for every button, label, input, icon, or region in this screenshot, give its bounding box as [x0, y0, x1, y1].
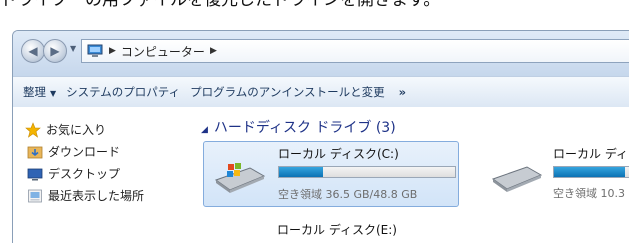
title-bar: ◀ ▶ ▼ ▶ コンピューター ▶: [13, 31, 629, 76]
collapse-triangle-icon[interactable]: ◢: [201, 125, 208, 135]
command-bar: 整理 ▼ システムのプロパティ プログラムのアンインストールと変更 »: [13, 76, 629, 108]
nav-item-recent-places[interactable]: 最近表示した場所: [27, 187, 144, 204]
drive-name[interactable]: ローカル ディスク(E:): [277, 221, 397, 238]
drive-free-space: 空き領域 10.3: [553, 187, 625, 200]
drive-usage-bar: [278, 166, 456, 178]
nav-item-label: 最近表示した場所: [48, 189, 145, 203]
drive-name: ローカル ディスク(C:): [278, 147, 399, 161]
breadcrumb-computer[interactable]: コンピューター: [121, 43, 205, 60]
nav-item-favorites[interactable]: お気に入り: [25, 121, 106, 138]
explorer-window: ◀ ▶ ▼ ▶ コンピューター ▶ 整理 ▼ システムのプロパティ プログラムのア…: [12, 30, 629, 243]
history-dropdown-icon[interactable]: ▼: [70, 44, 76, 53]
drive-item-c[interactable]: ローカル ディスク(C:) 空き領域 36.5 GB/48.8 GB: [203, 141, 459, 207]
forward-button[interactable]: ▶: [43, 39, 67, 63]
group-header-hard-disks[interactable]: ◢ ハードディスク ドライブ (3): [201, 117, 396, 137]
group-header-label: ハードディスク ドライブ (3): [213, 120, 396, 136]
desktop-icon: [27, 166, 43, 182]
more-commands-button[interactable]: »: [399, 85, 406, 99]
download-folder-icon: [27, 144, 43, 160]
organize-label: 整理: [23, 85, 46, 99]
drive-free-space: 空き領域 36.5 GB/48.8 GB: [278, 188, 418, 201]
drive-usage-fill: [554, 167, 626, 177]
content-pane: ◢ ハードディスク ドライブ (3) ローカル ディスク(C:) 空き領域 36.…: [193, 107, 629, 243]
recent-places-icon: [27, 188, 43, 204]
nav-item-label: デスクトップ: [48, 167, 121, 181]
nav-item-desktop[interactable]: デスクトップ: [27, 165, 120, 182]
star-icon: [25, 121, 41, 138]
uninstall-program-button[interactable]: プログラムのアンインストールと変更: [190, 84, 384, 100]
organize-button[interactable]: 整理 ▼: [23, 84, 56, 100]
chevron-down-icon: ▼: [50, 89, 57, 98]
computer-icon: [86, 43, 104, 59]
back-button[interactable]: ◀: [21, 39, 45, 63]
drive-usage-fill: [279, 167, 323, 177]
nav-item-label: ダウンロード: [48, 145, 121, 159]
breadcrumb-separator-icon[interactable]: ▶: [210, 46, 217, 56]
breadcrumb-separator-icon[interactable]: ▶: [109, 46, 116, 56]
navigation-pane: お気に入り ダウンロード デスクトップ 最近表示した場所: [13, 107, 193, 243]
system-properties-button[interactable]: システムのプロパティ: [66, 84, 180, 100]
hard-drive-windows-icon: [214, 160, 266, 194]
drive-usage-bar: [553, 166, 629, 178]
page-caption: ドライブーの用ファイルを復元したドラインを開きます。: [0, 0, 441, 10]
nav-item-downloads[interactable]: ダウンロード: [27, 143, 120, 160]
nav-item-label: お気に入り: [46, 123, 107, 137]
address-bar[interactable]: ▶ コンピューター ▶: [81, 39, 629, 63]
hard-drive-icon[interactable]: [491, 159, 543, 193]
drive-name[interactable]: ローカル ディス: [553, 145, 629, 162]
